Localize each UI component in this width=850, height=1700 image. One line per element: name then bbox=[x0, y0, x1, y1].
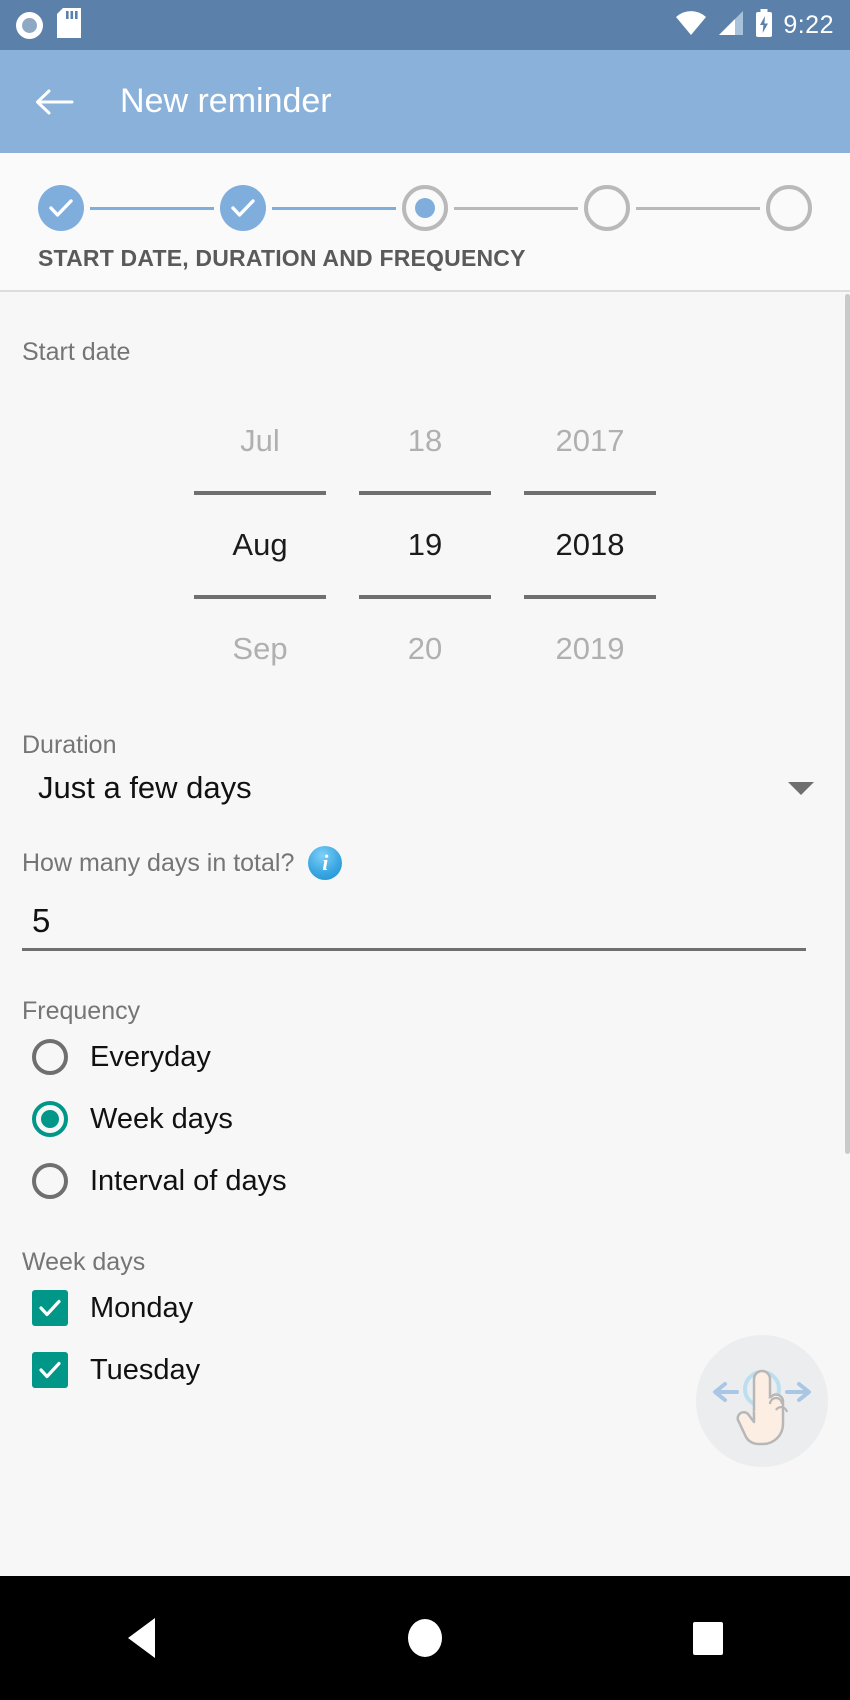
day-next[interactable]: 20 bbox=[408, 619, 442, 679]
status-bar-left-icons bbox=[16, 7, 81, 43]
stepper-step-1[interactable] bbox=[38, 185, 84, 231]
vertical-scrollbar[interactable] bbox=[845, 294, 850, 1154]
days-question-label: How many days in total? bbox=[22, 848, 295, 877]
stepper-step-5[interactable] bbox=[766, 185, 812, 231]
frequency-option-everyday[interactable]: Everyday bbox=[32, 1026, 828, 1088]
radio-interval-of-days-icon[interactable] bbox=[32, 1163, 68, 1199]
day-previous[interactable]: 18 bbox=[408, 411, 442, 471]
start-date-label: Start date bbox=[22, 338, 131, 366]
month-selected[interactable]: Aug bbox=[232, 515, 287, 575]
days-total-section: How many days in total? i 5 bbox=[0, 806, 850, 951]
month-next[interactable]: Sep bbox=[232, 619, 287, 679]
month-divider-bottom bbox=[194, 595, 326, 599]
frequency-section: Frequency Everyday Week days Interval of… bbox=[0, 951, 850, 1212]
sd-card-icon bbox=[57, 7, 81, 43]
recents-nav-icon[interactable] bbox=[658, 1588, 758, 1688]
frequency-option-week-days[interactable]: Week days bbox=[32, 1088, 828, 1150]
frequency-option-interval-of-days[interactable]: Interval of days bbox=[32, 1150, 828, 1212]
stepper-connector-1 bbox=[90, 206, 214, 210]
stepper-step-3[interactable] bbox=[402, 185, 448, 231]
days-total-value: 5 bbox=[32, 902, 51, 939]
checkbox-tuesday-label: Tuesday bbox=[90, 1353, 201, 1386]
week-days-label: Week days bbox=[22, 1248, 146, 1276]
frequency-label: Frequency bbox=[22, 997, 141, 1025]
checkbox-monday-icon[interactable] bbox=[32, 1290, 68, 1326]
duration-select[interactable]: Just a few days bbox=[22, 770, 828, 806]
year-wheel[interactable]: 2017 2018 2019 bbox=[508, 411, 673, 679]
stepper-step-4[interactable] bbox=[584, 185, 630, 231]
radio-everyday-label: Everyday bbox=[90, 1040, 211, 1073]
start-date-section: Start date Jul Aug Sep 18 19 20 2017 201… bbox=[0, 294, 850, 679]
cellular-signal-icon bbox=[717, 10, 745, 41]
duration-label: Duration bbox=[22, 731, 117, 759]
month-divider-top bbox=[194, 491, 326, 495]
year-divider-bottom bbox=[524, 595, 656, 599]
android-nav-bar bbox=[0, 1576, 850, 1700]
status-bar-clock: 9:22 bbox=[783, 10, 834, 39]
stepper-connector-4 bbox=[636, 206, 760, 210]
day-wheel[interactable]: 18 19 20 bbox=[343, 411, 508, 679]
day-divider-bottom bbox=[359, 595, 491, 599]
wizard-stepper: START DATE, DURATION AND FREQUENCY bbox=[0, 153, 850, 292]
year-divider-top bbox=[524, 491, 656, 495]
radio-week-days-label: Week days bbox=[90, 1102, 233, 1135]
date-picker[interactable]: Jul Aug Sep 18 19 20 2017 2018 2019 bbox=[22, 411, 828, 679]
status-bar-right-icons: 9:22 bbox=[675, 8, 834, 42]
stepper-label: START DATE, DURATION AND FREQUENCY bbox=[38, 245, 526, 271]
week-day-monday[interactable]: Monday bbox=[32, 1277, 828, 1339]
app-bar: New reminder bbox=[0, 50, 850, 153]
duration-section: Duration Just a few days bbox=[0, 679, 850, 806]
radio-week-days-icon[interactable] bbox=[32, 1101, 68, 1137]
duration-selected-value: Just a few days bbox=[38, 770, 252, 805]
stepper-step-2[interactable] bbox=[220, 185, 266, 231]
info-icon[interactable]: i bbox=[308, 846, 343, 880]
back-arrow-icon[interactable] bbox=[30, 78, 78, 126]
year-next[interactable]: 2019 bbox=[556, 619, 625, 679]
days-question-row: How many days in total? i bbox=[22, 846, 828, 880]
chevron-down-icon[interactable] bbox=[788, 781, 814, 795]
year-selected[interactable]: 2018 bbox=[556, 515, 625, 575]
month-previous[interactable]: Jul bbox=[240, 411, 280, 471]
home-nav-icon[interactable] bbox=[375, 1588, 475, 1688]
days-total-input[interactable]: 5 bbox=[22, 902, 806, 951]
back-nav-icon[interactable] bbox=[92, 1588, 192, 1688]
status-bar: 9:22 bbox=[0, 0, 850, 50]
android-screen: 9:22 New reminder START DATE, DURATION A… bbox=[0, 0, 850, 1700]
checkbox-tuesday-icon[interactable] bbox=[32, 1352, 68, 1388]
stepper-connector-2 bbox=[272, 206, 396, 210]
screen-record-icon bbox=[16, 11, 43, 39]
year-previous[interactable]: 2017 bbox=[556, 411, 625, 471]
form-scroll-area[interactable]: Start date Jul Aug Sep 18 19 20 2017 201… bbox=[0, 294, 850, 1471]
day-divider-top bbox=[359, 491, 491, 495]
day-selected[interactable]: 19 bbox=[408, 515, 442, 575]
stepper-connector-3 bbox=[454, 206, 578, 210]
radio-everyday-icon[interactable] bbox=[32, 1039, 68, 1075]
checkbox-monday-label: Monday bbox=[90, 1291, 194, 1324]
month-wheel[interactable]: Jul Aug Sep bbox=[178, 411, 343, 679]
battery-charging-icon bbox=[755, 8, 773, 42]
page-title: New reminder bbox=[120, 82, 332, 120]
swipe-hand-icon bbox=[696, 1335, 828, 1467]
stepper-nodes bbox=[38, 153, 812, 231]
radio-interval-of-days-label: Interval of days bbox=[90, 1164, 287, 1197]
wifi-icon bbox=[675, 10, 707, 41]
